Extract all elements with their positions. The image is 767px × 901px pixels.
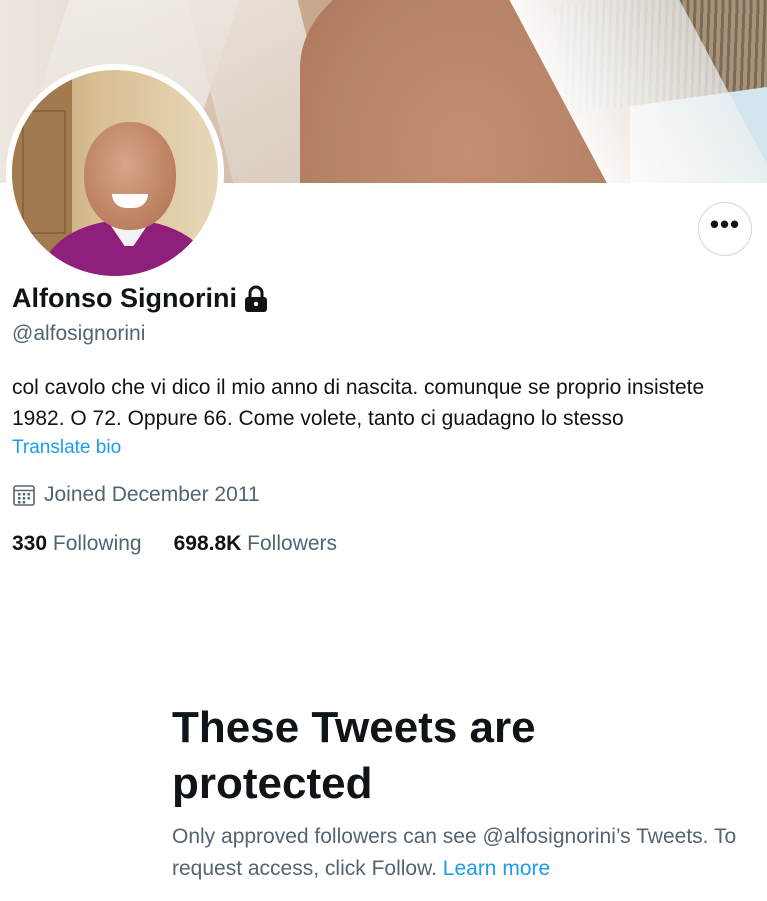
profile-display-name: Alfonso Signorini (12, 283, 269, 314)
profile-avatar[interactable] (6, 64, 224, 282)
followers-link[interactable]: 698.8K Followers (174, 532, 337, 556)
protected-description: Only approved followers can see @alfosig… (172, 821, 752, 885)
bio-line: 1982. O 72. Oppure 66. Come volete, tant… (12, 407, 624, 430)
follow-stats: 330 Following 698.8K Followers (12, 532, 369, 556)
translate-bio-link[interactable]: Translate bio (12, 437, 121, 459)
protected-title: These Tweets are protected (172, 703, 536, 808)
more-options-button[interactable]: ••• (698, 202, 752, 256)
following-label: Following (52, 532, 142, 555)
followers-label: Followers (247, 532, 338, 555)
following-count: 330 (12, 532, 48, 555)
following-link[interactable]: 330 Following (12, 532, 142, 556)
more-horizontal-icon: ••• (709, 209, 741, 239)
learn-more-link[interactable]: Learn more (443, 857, 550, 880)
followers-count: 698.8K (173, 532, 242, 555)
calendar-icon (13, 485, 35, 506)
lock-icon (244, 285, 267, 312)
display-name-text: Alfonso Signorini (12, 283, 237, 313)
bio-line: col cavolo che vi dico il mio anno di na… (12, 376, 705, 399)
joined-text: Joined December 2011 (44, 483, 260, 506)
avatar-head (84, 122, 176, 230)
profile-bio: col cavolo che vi dico il mio anno di na… (12, 372, 767, 434)
avatar-photo (12, 70, 218, 276)
joined-date: Joined December 2011 (12, 483, 260, 507)
profile-handle: @alfosignorini (12, 322, 146, 345)
avatar-background-panel (22, 110, 66, 234)
